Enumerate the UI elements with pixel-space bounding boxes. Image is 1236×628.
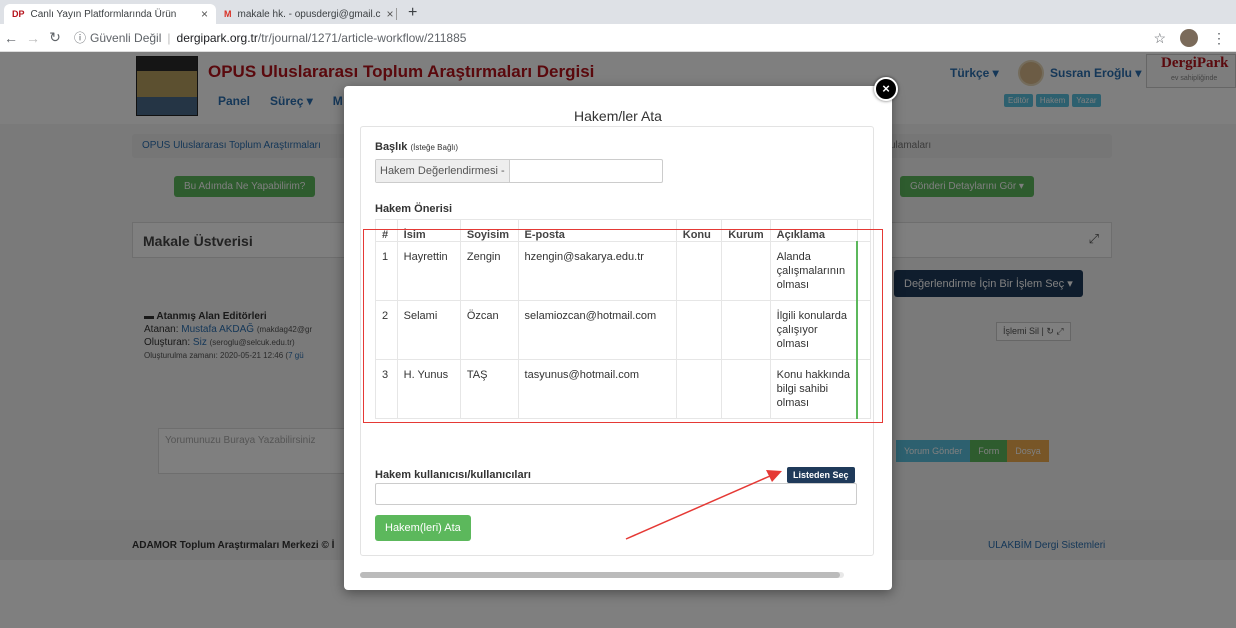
profile-avatar[interactable] — [1180, 29, 1198, 47]
address-bar: ← → ↻ ⓘ Güvenli Değil | dergipark.org.tr… — [0, 24, 1236, 52]
info-icon[interactable]: ⓘ — [74, 29, 86, 46]
browser-tab-bar: DP Canlı Yayın Platformlarında Ürün × M … — [0, 0, 1236, 24]
tab-title: makale hk. - opusdergi@gmail.c — [237, 8, 381, 20]
annotation-highlight-box — [363, 229, 883, 423]
gmail-favicon: M — [224, 9, 232, 19]
tab-close-icon[interactable]: × — [381, 7, 394, 21]
tab-title: Canlı Yayın Platformlarında Ürün — [30, 8, 177, 20]
modal-title: Hakem/ler Ata — [574, 108, 662, 124]
url-field[interactable]: ⓘ Güvenli Değil | dergipark.org.tr /tr/j… — [74, 29, 466, 46]
suggestions-label: Hakem Önerisi — [375, 203, 453, 215]
menu-kebab-icon[interactable]: ⋮ — [1212, 30, 1226, 47]
title-input-group: Hakem Değerlendirmesi - — [375, 159, 663, 183]
security-label: Güvenli Değil — [90, 30, 162, 45]
title-prefix: Hakem Değerlendirmesi - — [376, 160, 510, 182]
horizontal-scrollbar[interactable] — [360, 572, 844, 578]
new-tab-icon[interactable]: + — [408, 4, 417, 22]
bookmark-star-icon[interactable]: ☆ — [1153, 30, 1166, 47]
dergipark-favicon: DP — [12, 9, 25, 19]
browser-tab-active[interactable]: DP Canlı Yayın Platformlarında Ürün × — [4, 4, 216, 24]
forward-icon[interactable]: → — [22, 30, 44, 46]
scrollbar-thumb[interactable] — [360, 572, 840, 578]
assign-reviewers-button[interactable]: Hakem(leri) Ata — [375, 515, 471, 541]
users-field-label: Hakem kullanıcısı/kullanıcıları — [375, 469, 531, 481]
tab-close-icon[interactable]: × — [195, 7, 208, 21]
select-from-list-button[interactable]: Listeden Seç — [787, 467, 855, 483]
back-icon[interactable]: ← — [0, 30, 22, 46]
browser-tab-gmail[interactable]: M makale hk. - opusdergi@gmail.c × — [216, 4, 396, 24]
title-input[interactable] — [510, 160, 662, 182]
reload-icon[interactable]: ↻ — [44, 29, 66, 46]
url-path: /tr/journal/1271/article-workflow/211885 — [257, 30, 467, 45]
tab-separator — [396, 8, 397, 20]
url-domain: dergipark.org.tr — [176, 30, 258, 45]
reviewer-users-input[interactable] — [375, 483, 857, 505]
title-field-label: Başlık (İsteğe Bağlı) — [375, 141, 459, 153]
close-icon[interactable]: × — [874, 77, 898, 101]
